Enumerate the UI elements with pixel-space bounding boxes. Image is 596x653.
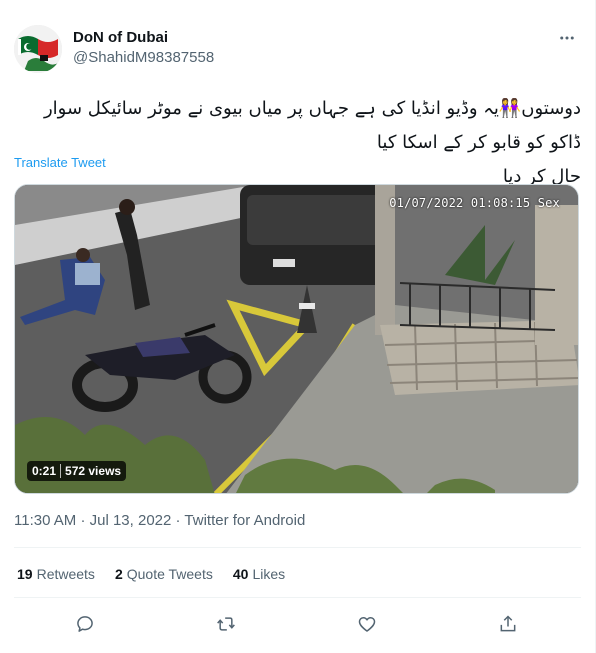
- likes-label: Likes: [252, 566, 286, 582]
- tweet-source[interactable]: Twitter for Android: [184, 512, 305, 529]
- tweet-date[interactable]: Jul 13, 2022: [90, 512, 172, 529]
- author-handle[interactable]: @ShahidM98387558: [73, 48, 214, 68]
- like-button[interactable]: [355, 612, 379, 636]
- video-stats-badge: 0:21 572 views: [27, 461, 127, 481]
- divider-bottom: [14, 597, 581, 598]
- likes-stat[interactable]: 40 Likes: [233, 566, 285, 582]
- retweet-icon: [217, 617, 235, 631]
- author-display-name[interactable]: DoN of Dubai: [73, 29, 214, 47]
- reply-button[interactable]: [73, 612, 97, 636]
- tweet-text: دوستوں👭یہ وڈیو انڈیا کی ہے جہاں پر میاں …: [14, 92, 581, 194]
- tweet-header: DoN of Dubai @ShahidM98387558: [14, 25, 584, 73]
- likes-count: 40: [232, 566, 249, 582]
- like-icon: [358, 617, 376, 632]
- video-player[interactable]: 01/07/2022 01:08:15 Sex 0:21 572 views: [14, 184, 579, 494]
- camera-timestamp: 01/07/2022 01:08:15 Sex: [389, 196, 560, 210]
- translate-tweet-link[interactable]: Translate Tweet: [14, 155, 106, 170]
- retweets-label: Retweets: [36, 566, 95, 582]
- meta-separator-2: ·: [175, 512, 181, 529]
- author-avatar[interactable]: [14, 25, 62, 73]
- author-names: DoN of Dubai @ShahidM98387558: [73, 29, 214, 68]
- tweet-meta: 11:30 AM · Jul 13, 2022 · Twitter for An…: [14, 512, 305, 529]
- share-icon: [500, 615, 516, 632]
- more-button[interactable]: [556, 27, 578, 49]
- badge-divider: [60, 464, 62, 478]
- tweet-time[interactable]: 11:30 AM: [14, 512, 76, 529]
- retweets-count: 19: [17, 566, 33, 582]
- tweet-text-line-1: دوستوں👭یہ وڈیو انڈیا کی ہے جہاں پر میاں …: [43, 98, 581, 153]
- share-button[interactable]: [496, 612, 520, 636]
- more-horizontal-icon: [560, 36, 574, 40]
- video-duration: 0:21: [32, 464, 57, 478]
- video-views: 572 views: [65, 464, 122, 478]
- tweet-detail: DoN of Dubai @ShahidM98387558 دوستوں👭یہ …: [0, 0, 596, 653]
- retweets-stat[interactable]: 19 Retweets: [17, 566, 95, 582]
- quote-tweets-count: 2: [114, 566, 123, 582]
- retweet-button[interactable]: [214, 612, 238, 636]
- quote-tweets-label: Quote Tweets: [126, 566, 213, 582]
- tweet-actions: [0, 612, 596, 638]
- divider-top: [14, 547, 581, 548]
- avatar-flags-icon: [14, 25, 62, 73]
- video-frame-image: [15, 185, 578, 493]
- meta-separator-1: ·: [80, 512, 86, 529]
- reply-icon: [77, 616, 93, 632]
- tweet-stats: 19 Retweets 2 Quote Tweets 40 Likes: [17, 566, 305, 582]
- quote-tweets-stat[interactable]: 2 Quote Tweets: [115, 566, 213, 582]
